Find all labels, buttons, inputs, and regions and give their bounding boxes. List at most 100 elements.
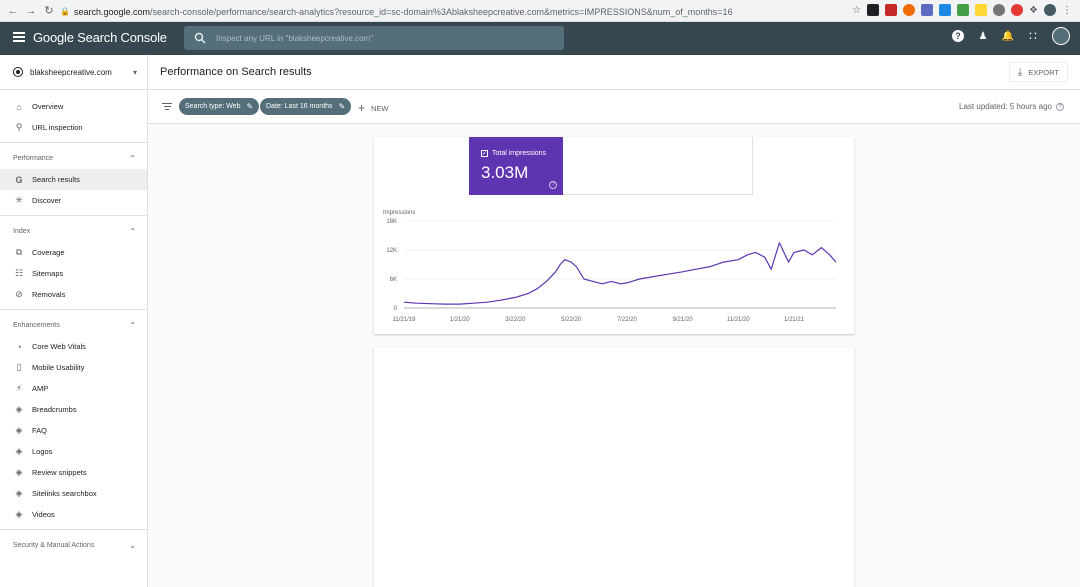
x-tick-label: 11/21/20 bbox=[727, 317, 751, 323]
section-performance[interactable]: Performance ⌃ bbox=[0, 147, 147, 169]
sidebar-item-label: FAQ bbox=[32, 426, 48, 435]
layers-icon: ◈ bbox=[15, 404, 23, 414]
performance-chart-card: ✓ Total impressions 3.03M ? Impressions 1… bbox=[374, 137, 854, 334]
new-label: NEW bbox=[371, 103, 389, 113]
section-title: Index bbox=[13, 227, 31, 235]
section-title: Enhancements bbox=[13, 321, 60, 329]
extension-icon[interactable] bbox=[993, 4, 1006, 16]
sidebar-item-review-snippets[interactable]: ◈ Review snippets bbox=[0, 462, 147, 483]
x-tick-label: 1/21/21 bbox=[784, 317, 805, 323]
filter-list-icon[interactable] bbox=[162, 103, 172, 111]
sidebar-item-label: URL inspection bbox=[32, 123, 83, 132]
extension-icon[interactable] bbox=[867, 4, 880, 16]
sidebar-item-label: AMP bbox=[32, 384, 49, 393]
section-enhancements[interactable]: Enhancements ⌃ bbox=[0, 314, 147, 336]
layers-icon: ◈ bbox=[15, 488, 23, 498]
x-tick-label: 7/22/20 bbox=[617, 317, 638, 323]
queries-table-card bbox=[374, 348, 854, 587]
extension-icon[interactable] bbox=[1011, 4, 1024, 16]
filter-chip-date[interactable]: Date: Last 16 months ✎ bbox=[260, 98, 352, 115]
sidebar-item-coverage[interactable]: ⧉ Coverage bbox=[0, 242, 147, 263]
filter-chip-search-type[interactable]: Search type: Web ✎ bbox=[179, 98, 260, 115]
url-path: /search-console/performance/search-analy… bbox=[150, 6, 733, 17]
new-filter-button[interactable]: + NEW bbox=[358, 101, 389, 115]
puzzle-icon[interactable]: ❖ bbox=[1029, 5, 1038, 16]
search-input[interactable] bbox=[216, 33, 564, 43]
divider bbox=[0, 529, 147, 530]
lock-icon: 🔒 bbox=[60, 7, 70, 16]
export-button[interactable]: ⤓ EXPORT bbox=[1008, 62, 1068, 82]
y-tick-label: 12K bbox=[386, 248, 397, 254]
browser-toolbar: ← → ↻ 🔒 search.google.com /search-consol… bbox=[0, 0, 1080, 22]
sidebar-item-label: Breadcrumbs bbox=[32, 405, 77, 414]
url-host: search.google.com bbox=[74, 6, 151, 17]
extension-icon[interactable] bbox=[939, 4, 952, 16]
search-icon: ⚲ bbox=[15, 122, 23, 132]
sidebar-item-discover[interactable]: ✳ Discover bbox=[0, 190, 147, 211]
impressions-line-chart: Impressions 18K 12K 6K 0 11/21/19 1/21/20 3/22/… bbox=[383, 210, 837, 323]
sidebar-item-label: Logos bbox=[32, 447, 53, 456]
sidebar-item-core-web-vitals[interactable]: ◔ Core Web Vitals bbox=[0, 336, 147, 357]
manage-users-icon[interactable]: ♟ bbox=[977, 30, 989, 42]
address-bar[interactable]: 🔒 search.google.com /search-console/perf… bbox=[60, 3, 870, 20]
extension-icon[interactable] bbox=[921, 4, 934, 16]
hamburger-menu-icon[interactable] bbox=[13, 32, 25, 42]
sidebar-item-label: Sitelinks searchbox bbox=[32, 489, 97, 498]
url-inspection-search[interactable] bbox=[184, 26, 564, 50]
sidebar-item-label: Core Web Vitals bbox=[32, 342, 86, 351]
y-tick-label: 0 bbox=[394, 306, 398, 312]
star-icon[interactable]: ☆ bbox=[852, 5, 861, 16]
help-circle-icon[interactable]: ? bbox=[1056, 102, 1064, 111]
app-brand[interactable]: Google Search Console bbox=[33, 30, 167, 45]
x-tick-label: 5/22/20 bbox=[561, 317, 582, 323]
property-selector[interactable]: blaksheepcreative.com ▾ bbox=[0, 55, 147, 90]
forward-arrow-icon[interactable]: → bbox=[22, 0, 40, 22]
sidebar-item-breadcrumbs[interactable]: ◈ Breadcrumbs bbox=[0, 399, 147, 420]
sidebar-item-videos[interactable]: ◈ Videos bbox=[0, 504, 147, 525]
sidebar-item-overview[interactable]: ⌂ Overview bbox=[0, 96, 147, 117]
sidebar-item-faq[interactable]: ◈ FAQ bbox=[0, 420, 147, 441]
x-tick-label: 3/22/20 bbox=[505, 317, 526, 323]
sidebar-item-label: Removals bbox=[32, 290, 66, 299]
help-icon[interactable]: ? bbox=[952, 30, 964, 42]
sidebar-item-label: Review snippets bbox=[32, 468, 87, 477]
sidebar-item-label: Search results bbox=[32, 175, 80, 184]
sidebar-item-removals[interactable]: ⊘ Removals bbox=[0, 284, 147, 305]
sidebar-item-logos[interactable]: ◈ Logos bbox=[0, 441, 147, 462]
account-avatar[interactable] bbox=[1052, 27, 1070, 45]
reload-icon[interactable]: ↻ bbox=[40, 0, 58, 22]
sidebar-item-amp[interactable]: ⚡ AMP bbox=[0, 378, 147, 399]
sidebar-item-sitemaps[interactable]: ☷ Sitemaps bbox=[0, 263, 147, 284]
extension-icon[interactable] bbox=[903, 4, 916, 16]
divider bbox=[0, 215, 147, 216]
chip-label: Date: Last 16 months bbox=[266, 103, 333, 110]
edit-pencil-icon: ✎ bbox=[338, 102, 346, 111]
profile-avatar[interactable] bbox=[1044, 4, 1056, 16]
sidebar: blaksheepcreative.com ▾ ⌂ Overview ⚲ URL… bbox=[0, 55, 148, 587]
extension-icon[interactable] bbox=[975, 4, 988, 16]
more-vert-icon[interactable]: ⋮ bbox=[1062, 5, 1072, 16]
extension-icon[interactable] bbox=[885, 4, 898, 16]
divider bbox=[0, 309, 147, 310]
sitemap-icon: ☷ bbox=[14, 268, 24, 278]
main-content: Performance on Search results ⤓ EXPORT S… bbox=[148, 55, 1080, 587]
sidebar-item-label: Discover bbox=[32, 196, 62, 205]
chevron-up-icon: ⌃ bbox=[129, 153, 136, 163]
chip-label: Search type: Web bbox=[185, 103, 241, 110]
page-header: Performance on Search results ⤓ EXPORT bbox=[148, 55, 1080, 90]
notifications-bell-icon[interactable]: 🔔 bbox=[1002, 30, 1014, 42]
layers-icon: ◈ bbox=[15, 467, 23, 477]
sidebar-item-search-results[interactable]: G Search results bbox=[0, 169, 147, 190]
apps-grid-icon[interactable]: ∷ bbox=[1027, 29, 1039, 43]
sidebar-item-mobile-usability[interactable]: ▯ Mobile Usability bbox=[0, 357, 147, 378]
sidebar-item-url-inspection[interactable]: ⚲ URL inspection bbox=[0, 117, 147, 138]
plus-icon: + bbox=[358, 101, 366, 115]
file-copy-icon: ⧉ bbox=[15, 247, 23, 257]
sidebar-item-sitelinks-searchbox[interactable]: ◈ Sitelinks searchbox bbox=[0, 483, 147, 504]
back-arrow-icon[interactable]: ← bbox=[4, 0, 22, 22]
section-security-manual-actions[interactable]: Security & Manual Actions ⌄ bbox=[0, 534, 147, 556]
section-index[interactable]: Index ⌃ bbox=[0, 220, 147, 242]
extension-icon[interactable] bbox=[957, 4, 970, 16]
google-g-icon: G bbox=[15, 174, 23, 185]
gauge-icon: ◔ bbox=[16, 341, 22, 352]
